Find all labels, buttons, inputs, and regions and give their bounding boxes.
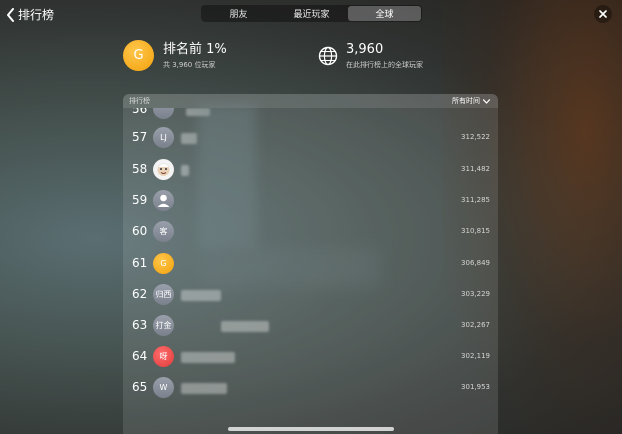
row-avatar: 客: [153, 221, 174, 242]
row-rank: 59: [132, 193, 148, 207]
row-score: 310,815: [461, 227, 490, 235]
back-button[interactable]: 排行榜: [6, 6, 54, 23]
row-rank: 56: [132, 108, 148, 116]
leaderboard-row[interactable]: 64 呀 302,119: [123, 342, 498, 373]
memoji-avatar-icon: [153, 159, 174, 180]
row-rank: 60: [132, 224, 148, 238]
row-avatar: [153, 159, 174, 180]
row-player-name: [221, 321, 269, 332]
chevron-down-icon: [483, 98, 490, 104]
global-player-count: 3,960: [346, 42, 384, 57]
person-icon: [157, 194, 170, 207]
global-player-subtitle: 在此排行榜上的全球玩家: [346, 61, 423, 69]
time-filter-dropdown[interactable]: 所有时间: [452, 96, 490, 106]
row-rank: 64: [132, 349, 148, 363]
leaderboard-header-label: 排行榜: [129, 97, 150, 105]
row-avatar: [153, 190, 174, 211]
row-score: 301,953: [461, 383, 490, 391]
row-rank: 57: [132, 130, 148, 144]
global-players-summary: 3,960 在此排行榜上的全球玩家: [318, 42, 423, 70]
home-indicator[interactable]: [228, 427, 394, 431]
row-score: 303,229: [461, 290, 490, 298]
rank-percent-title: 排名前 1%: [163, 41, 227, 57]
rank-percent-subtitle: 共 3,960 位玩家: [163, 60, 216, 69]
close-button[interactable]: [594, 5, 612, 23]
row-rank: 62: [132, 287, 148, 301]
row-score: 311,482: [461, 165, 490, 173]
close-icon: [599, 10, 607, 18]
row-score: 302,119: [461, 352, 490, 360]
row-avatar: LJ: [153, 127, 174, 148]
row-rank: 58: [132, 162, 148, 176]
row-score: 306,849: [461, 259, 490, 267]
row-rank: 65: [132, 380, 148, 394]
tab-global[interactable]: 全球: [348, 6, 421, 21]
row-player-name: [181, 165, 189, 176]
back-label: 排行榜: [18, 8, 55, 22]
chevron-left-icon: [7, 7, 14, 22]
row-avatar: W: [153, 377, 174, 398]
row-player-name: [181, 383, 227, 394]
row-rank: 63: [132, 318, 148, 332]
row-avatar: 归西: [153, 284, 174, 305]
row-avatar: G: [153, 253, 174, 274]
row-avatar: 打金: [153, 315, 174, 336]
privacy-blur: [198, 104, 256, 249]
tab-friends[interactable]: 朋友: [202, 6, 275, 21]
player-rank-summary: G 排名前 1% 共 3,960 位玩家: [123, 40, 227, 71]
row-score: 302,267: [461, 321, 490, 329]
leaderboard-row[interactable]: 60 客 310,815: [123, 217, 498, 248]
top-bar: 排行榜 朋友 最近玩家 全球: [0, 0, 622, 28]
row-score: 312,522: [461, 133, 490, 141]
leaderboard-row[interactable]: 57 LJ 312,522: [123, 123, 498, 154]
leaderboard-row[interactable]: 63 打金 302,267: [123, 311, 498, 342]
privacy-blur: [200, 248, 380, 288]
leaderboard-row[interactable]: 59 311,285: [123, 186, 498, 217]
leaderboard-row[interactable]: 65 W 301,953: [123, 373, 498, 404]
row-player-name: [181, 352, 235, 363]
row-avatar: 呀: [153, 346, 174, 367]
row-avatar: [153, 108, 174, 119]
row-score: 311,285: [461, 196, 490, 204]
scope-segmented-control: 朋友 最近玩家 全球: [201, 5, 422, 22]
globe-icon: [318, 46, 338, 66]
row-rank: 61: [132, 256, 148, 270]
tab-recent-players[interactable]: 最近玩家: [275, 6, 348, 21]
time-filter-label: 所有时间: [452, 97, 480, 105]
player-avatar: G: [123, 40, 154, 71]
leaderboard-header: 排行榜 所有时间: [123, 94, 498, 108]
row-player-name: [181, 133, 197, 144]
row-player-name: [181, 290, 221, 301]
leaderboard-row[interactable]: 56: [123, 108, 498, 122]
leaderboard-row[interactable]: 58 311,482: [123, 155, 498, 186]
